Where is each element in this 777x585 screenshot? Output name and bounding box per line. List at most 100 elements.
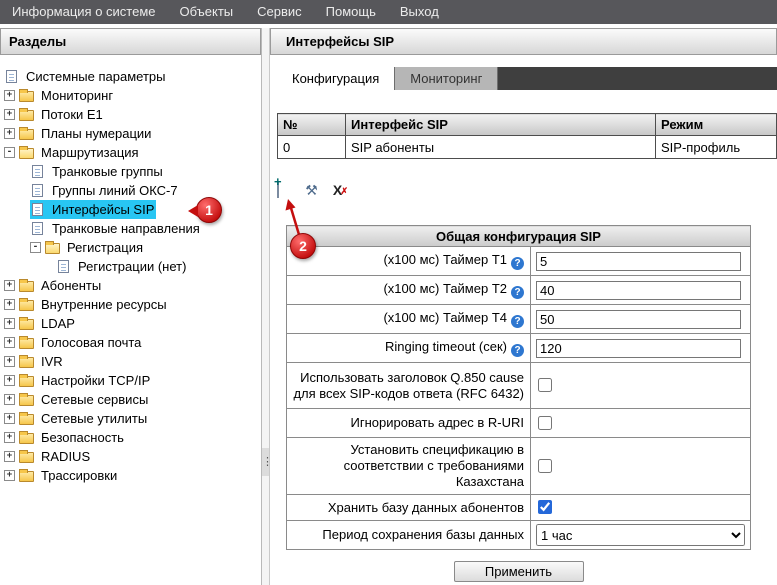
db-save-period-select[interactable]: 1 час <box>536 524 745 546</box>
tree-item-traces[interactable]: + Трассировки <box>0 466 261 485</box>
tab-monitoring[interactable]: Мониторинг <box>395 67 498 90</box>
expander-icon[interactable]: + <box>4 109 15 120</box>
tree-item-trunk-groups[interactable]: Транковые группы <box>0 162 261 181</box>
timer-t2-label: (х100 мс) Таймер T2 <box>383 281 507 296</box>
form-header-row: Общая конфигурация SIP <box>287 226 751 247</box>
tree-item-system-parameters[interactable]: Системные параметры <box>0 67 261 86</box>
expander-icon[interactable]: + <box>4 470 15 481</box>
form-title: Общая конфигурация SIP <box>287 226 751 247</box>
content-panel: Интерфейсы SIP Конфигурация Мониторинг №… <box>270 28 777 585</box>
folder-icon <box>19 338 34 349</box>
menu-item-objects[interactable]: Объекты <box>168 0 246 24</box>
tree-item-registrations-none[interactable]: Регистрации (нет) <box>0 257 261 276</box>
panel-splitter[interactable]: ⋮ <box>262 28 270 585</box>
tree-item-oks7-line-groups[interactable]: Группы линий ОКС-7 <box>0 181 261 200</box>
tree-item-e1-streams[interactable]: + Потоки E1 <box>0 105 261 124</box>
timer-t4-label: (х100 мс) Таймер T4 <box>383 310 507 325</box>
form-row-timer-t2: (х100 мс) Таймер T2? <box>287 276 751 305</box>
store-db-checkbox[interactable] <box>538 500 552 514</box>
tree-item-subscribers[interactable]: + Абоненты <box>0 276 261 295</box>
help-icon[interactable]: ? <box>511 315 524 328</box>
expander-icon[interactable]: + <box>4 394 15 405</box>
form-row-ringing-timeout: Ringing timeout (сек)? <box>287 334 751 363</box>
document-icon <box>32 184 43 197</box>
table-row[interactable]: 0 SIP абоненты SIP-профиль <box>278 136 777 159</box>
panel-title: Интерфейсы SIP <box>270 28 777 55</box>
splitter-handle-icon[interactable]: ⋮ <box>262 448 269 476</box>
annotation-badge-1: 1 <box>196 197 222 223</box>
menu-item-service[interactable]: Сервис <box>245 0 314 24</box>
expander-icon[interactable]: + <box>4 375 15 386</box>
cell-number: 0 <box>278 136 346 159</box>
menu-item-exit[interactable]: Выход <box>388 0 451 24</box>
sidebar: Разделы Системные параметры + Мониторинг… <box>0 28 262 585</box>
open-folder-icon <box>19 148 34 159</box>
tree-item-ivr[interactable]: + IVR <box>0 352 261 371</box>
expander-icon[interactable]: + <box>4 451 15 462</box>
column-interface: Интерфейс SIP <box>346 114 656 136</box>
form-row-ignore-ruri: Игнорировать адрес в R-URI <box>287 409 751 438</box>
ignore-ruri-checkbox[interactable] <box>538 416 552 430</box>
expander-icon[interactable]: + <box>4 413 15 424</box>
expander-icon[interactable]: - <box>4 147 15 158</box>
tree-item-security[interactable]: + Безопасность <box>0 428 261 447</box>
tab-configuration[interactable]: Конфигурация <box>277 67 395 90</box>
db-save-period-label: Период сохранения базы данных <box>322 527 524 542</box>
table-header-row: № Интерфейс SIP Режим <box>278 114 777 136</box>
kazakhstan-spec-checkbox[interactable] <box>538 459 552 473</box>
sidebar-title: Разделы <box>0 28 261 55</box>
selected-tree-item: Интерфейсы SIP <box>30 200 156 219</box>
tree-item-routing[interactable]: - Маршрутизация <box>0 143 261 162</box>
folder-icon <box>19 110 34 121</box>
tree-item-monitoring[interactable]: + Мониторинг <box>0 86 261 105</box>
main-area: Разделы Системные параметры + Мониторинг… <box>0 28 777 585</box>
folder-icon <box>19 376 34 387</box>
folder-icon <box>19 433 34 444</box>
tree-item-trunk-directions[interactable]: Транковые направления <box>0 219 261 238</box>
delete-interface-button[interactable]: X <box>329 182 346 199</box>
form-row-timer-t4: (х100 мс) Таймер T4? <box>287 305 751 334</box>
ringing-timeout-input[interactable] <box>536 339 741 358</box>
tree-item-network-utilities[interactable]: + Сетевые утилиты <box>0 409 261 428</box>
folder-icon <box>19 129 34 140</box>
tree-item-registration[interactable]: - Регистрация <box>0 238 261 257</box>
menu-item-help[interactable]: Помощь <box>314 0 388 24</box>
tree-item-network-services[interactable]: + Сетевые сервисы <box>0 390 261 409</box>
document-icon <box>32 203 43 216</box>
q850-checkbox[interactable] <box>538 378 552 392</box>
folder-icon <box>19 452 34 463</box>
timer-t4-input[interactable] <box>536 310 741 329</box>
apply-button[interactable]: Применить <box>454 561 584 582</box>
expander-icon[interactable]: + <box>4 318 15 329</box>
menubar: Информация о системе Объекты Сервис Помо… <box>0 0 777 24</box>
help-icon[interactable]: ? <box>511 257 524 270</box>
tree-item-ldap[interactable]: + LDAP <box>0 314 261 333</box>
help-icon[interactable]: ? <box>511 344 524 357</box>
menu-item-system-info[interactable]: Информация о системе <box>0 0 168 24</box>
expander-icon[interactable]: - <box>30 242 41 253</box>
delete-icon: X <box>333 182 342 198</box>
tree-item-numbering-plans[interactable]: + Планы нумерации <box>0 124 261 143</box>
help-icon[interactable]: ? <box>511 286 524 299</box>
sip-config-form: Общая конфигурация SIP (х100 мс) Таймер … <box>286 225 751 582</box>
tree-item-radius[interactable]: + RADIUS <box>0 447 261 466</box>
expander-icon[interactable]: + <box>4 280 15 291</box>
expander-icon[interactable]: + <box>4 128 15 139</box>
expander-icon[interactable]: + <box>4 299 15 310</box>
folder-icon <box>19 300 34 311</box>
tree-item-internal-resources[interactable]: + Внутренние ресурсы <box>0 295 261 314</box>
ringing-timeout-label: Ringing timeout (сек) <box>385 339 507 354</box>
expander-icon[interactable]: + <box>4 432 15 443</box>
document-icon <box>32 165 43 178</box>
expander-icon[interactable]: + <box>4 356 15 367</box>
document-icon <box>58 260 69 273</box>
tree-item-tcpip-settings[interactable]: + Настройки TCP/IP <box>0 371 261 390</box>
timer-t2-input[interactable] <box>536 281 741 300</box>
expander-icon[interactable]: + <box>4 337 15 348</box>
tree-item-voicemail[interactable]: + Голосовая почта <box>0 333 261 352</box>
expander-icon[interactable]: + <box>4 90 15 101</box>
folder-icon <box>19 471 34 482</box>
timer-t1-input[interactable] <box>536 252 741 271</box>
sip-interfaces-table: № Интерфейс SIP Режим 0 SIP абоненты SIP… <box>277 113 777 159</box>
form-row-q850: Использовать заголовок Q.850 cause для в… <box>287 363 751 409</box>
